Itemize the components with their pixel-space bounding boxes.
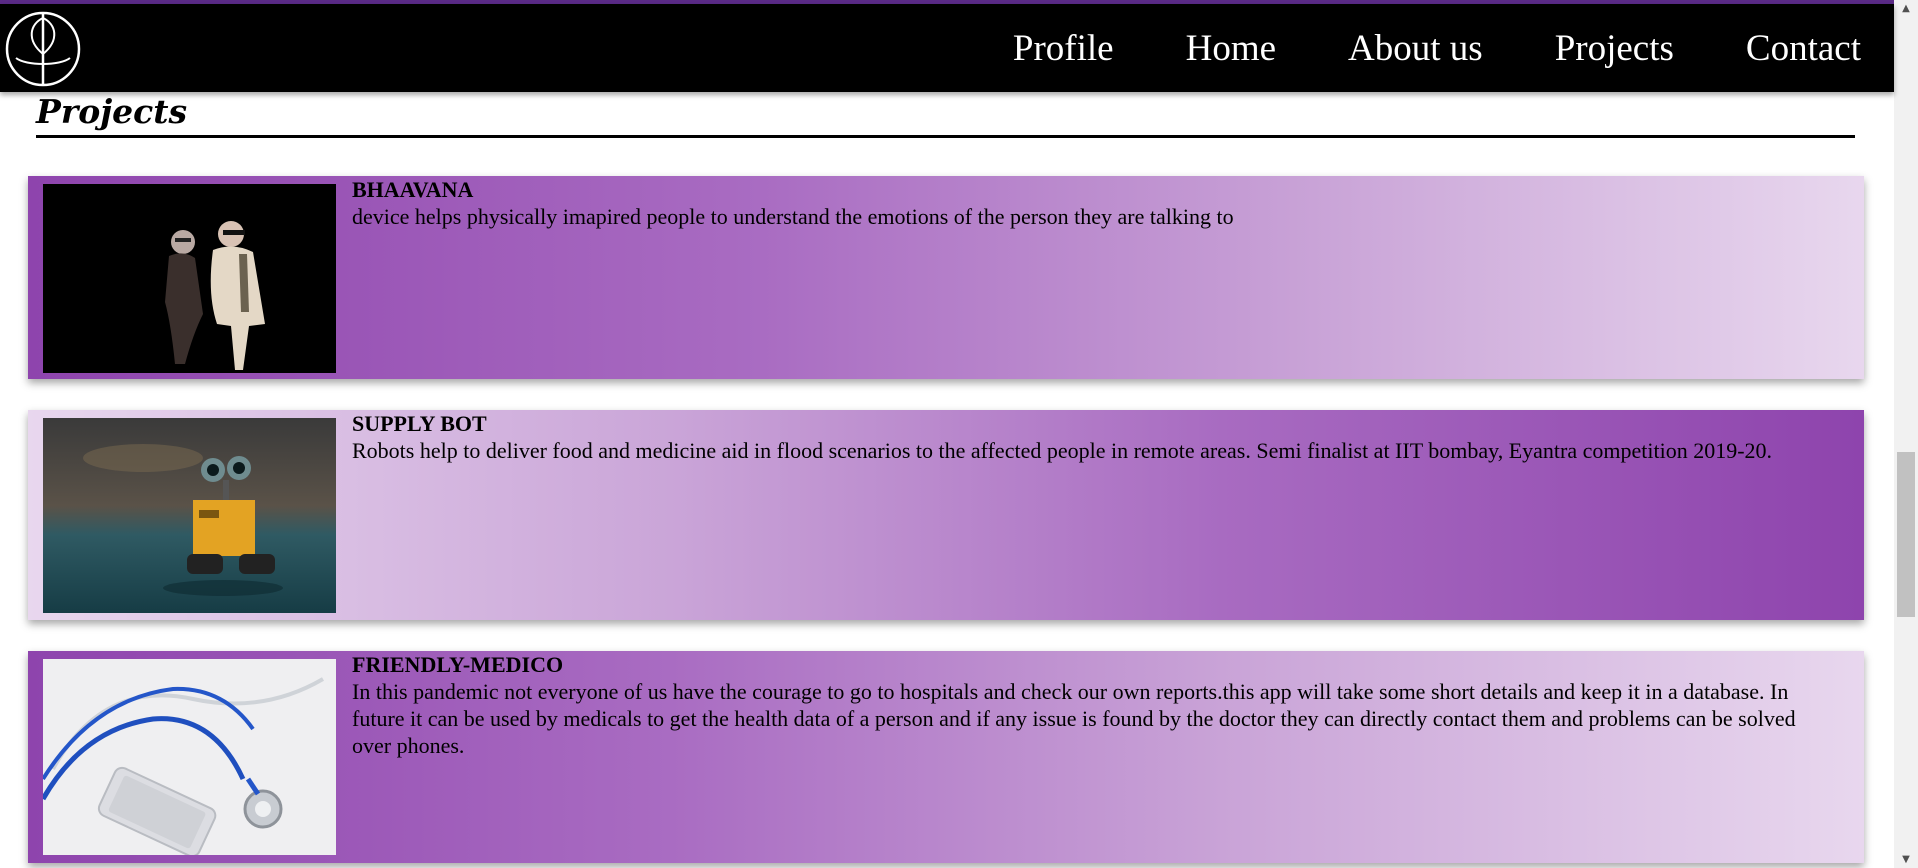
stethoscope-phone-photo-icon bbox=[43, 659, 336, 855]
triangle-down-icon[interactable]: ▼ bbox=[1894, 851, 1918, 868]
nav-link-about-us[interactable]: About us bbox=[1348, 27, 1483, 70]
project-card-body: SUPPLY BOT Robots help to deliver food a… bbox=[352, 410, 1824, 464]
circle-monogram-logo-icon[interactable] bbox=[4, 10, 82, 88]
nav-link-contact[interactable]: Contact bbox=[1746, 27, 1861, 70]
project-card-body: FRIENDLY-MEDICO In this pandemic not eve… bbox=[352, 651, 1824, 759]
project-title: BHAAVANA bbox=[352, 177, 474, 202]
project-title: FRIENDLY-MEDICO bbox=[352, 652, 564, 677]
nav-link-home[interactable]: Home bbox=[1186, 27, 1276, 70]
section-divider bbox=[36, 135, 1855, 138]
elderly-couple-photo-icon bbox=[43, 184, 336, 373]
project-description: In this pandemic not everyone of us have… bbox=[352, 679, 1796, 758]
project-card-bhaavana: BHAAVANA device helps physically imapire… bbox=[28, 176, 1864, 379]
project-card-body: BHAAVANA device helps physically imapire… bbox=[352, 176, 1824, 230]
project-description: Robots help to deliver food and medicine… bbox=[352, 438, 1773, 463]
project-title: SUPPLY BOT bbox=[352, 411, 487, 436]
nav-link-projects[interactable]: Projects bbox=[1555, 27, 1674, 70]
robot-toy-photo-icon bbox=[43, 418, 336, 613]
project-card-friendly-medico: FRIENDLY-MEDICO In this pandemic not eve… bbox=[28, 651, 1864, 863]
navbar: Profile Home About us Projects Contact bbox=[0, 4, 1894, 92]
section-title: Projects bbox=[36, 92, 188, 131]
main-nav: Profile Home About us Projects Contact bbox=[1013, 4, 1861, 92]
project-description: device helps physically imapired people … bbox=[352, 204, 1234, 229]
triangle-up-icon[interactable]: ▲ bbox=[1894, 0, 1918, 17]
nav-link-profile[interactable]: Profile bbox=[1013, 27, 1114, 70]
scrollbar-thumb[interactable] bbox=[1897, 452, 1915, 617]
project-card-supply-bot: SUPPLY BOT Robots help to deliver food a… bbox=[28, 410, 1864, 620]
vertical-scrollbar[interactable]: ▲ ▼ bbox=[1894, 0, 1918, 868]
